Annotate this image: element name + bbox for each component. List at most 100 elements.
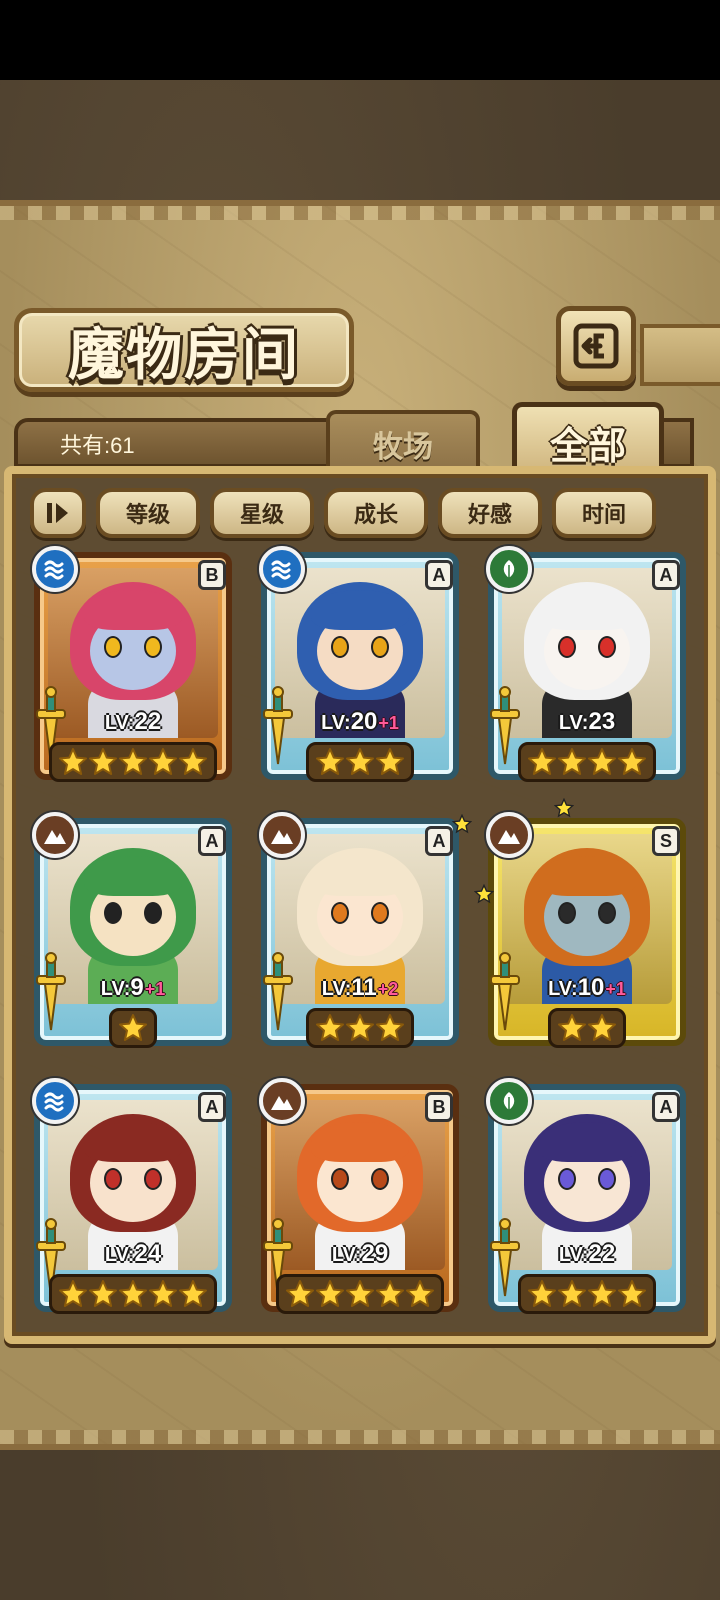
star-icon xyxy=(558,748,586,775)
star-icon xyxy=(558,1280,586,1307)
star-icon xyxy=(618,748,646,775)
star-icon xyxy=(558,1014,586,1041)
monster-count: 共有:61 xyxy=(60,433,135,458)
portrait-eye-left xyxy=(331,902,349,924)
sort-growth-button[interactable]: 成长 xyxy=(324,488,428,538)
star-icon xyxy=(316,1014,344,1041)
level-bonus: +1 xyxy=(378,713,399,733)
portrait-bangs xyxy=(84,590,182,630)
level-value: 29 xyxy=(361,1240,389,1267)
tab-farm[interactable]: 牧场 xyxy=(326,410,480,474)
star-icon xyxy=(316,748,344,775)
star-icon xyxy=(179,1280,207,1307)
portrait-eye-right xyxy=(598,902,616,924)
star-icon xyxy=(149,748,177,775)
portrait-bangs xyxy=(311,856,409,896)
monster-card[interactable]: B LV:29 xyxy=(257,1078,463,1318)
level-label: LV:22 xyxy=(484,1240,690,1268)
sparkle-icon xyxy=(474,884,494,904)
star-rating xyxy=(484,1008,690,1048)
water-element-icon xyxy=(32,546,78,592)
star-icon xyxy=(346,1014,374,1041)
star-icon xyxy=(346,748,374,775)
level-label: LV:23 xyxy=(484,708,690,736)
level-prefix: LV: xyxy=(100,978,131,1000)
portrait-eye-right xyxy=(371,1168,389,1190)
sort-bar: 等级 星级 成长 好感 时间 xyxy=(30,488,656,540)
star-icon xyxy=(316,1280,344,1307)
star-rating xyxy=(484,742,690,782)
level-value: 22 xyxy=(134,708,162,735)
level-label: LV:22 xyxy=(30,708,236,736)
rank-badge: A xyxy=(652,1092,680,1122)
star-icon xyxy=(119,1014,147,1041)
star-icon xyxy=(618,1280,646,1307)
sort-time-button[interactable]: 时间 xyxy=(552,488,656,538)
portrait-eye-right xyxy=(598,636,616,658)
star-icon xyxy=(588,1280,616,1307)
level-value: 9 xyxy=(130,974,144,1001)
star-rating xyxy=(30,1008,236,1048)
earth-element-icon xyxy=(259,1078,305,1124)
level-prefix: LV: xyxy=(331,1244,362,1266)
level-bonus: +1 xyxy=(605,979,626,999)
level-prefix: LV: xyxy=(104,1244,135,1266)
status-bar xyxy=(0,0,720,80)
water-element-icon xyxy=(32,1078,78,1124)
portrait-bangs xyxy=(84,1122,182,1162)
star-icon xyxy=(528,748,556,775)
sort-level-button[interactable]: 等级 xyxy=(96,488,200,538)
rank-badge: A xyxy=(425,560,453,590)
monster-card[interactable]: A LV:24 xyxy=(30,1078,236,1318)
monster-card[interactable]: A LV:22 xyxy=(484,1078,690,1318)
portrait-eye-left xyxy=(558,902,576,924)
rank-badge: B xyxy=(425,1092,453,1122)
monster-card[interactable]: A LV:23 xyxy=(484,546,690,786)
star-icon xyxy=(588,1014,616,1041)
page-title: 魔物房间 xyxy=(68,321,300,388)
level-prefix: LV: xyxy=(558,712,589,734)
monster-card[interactable]: A LV:11+2 xyxy=(257,812,463,1052)
level-bonus: +2 xyxy=(377,979,399,999)
rank-badge: A xyxy=(198,1092,226,1122)
star-rating xyxy=(30,1274,236,1314)
portrait-bangs xyxy=(84,856,182,896)
star-rating-plate xyxy=(276,1274,444,1314)
star-icon xyxy=(89,1280,117,1307)
grass-element-icon xyxy=(486,546,532,592)
star-icon xyxy=(119,1280,147,1307)
portrait-bangs xyxy=(311,1122,409,1162)
star-icon xyxy=(179,748,207,775)
portrait-eye-right xyxy=(371,636,389,658)
star-icon xyxy=(376,1280,404,1307)
monster-card[interactable]: B LV:22 xyxy=(30,546,236,786)
star-rating xyxy=(257,742,463,782)
portrait-eye-left xyxy=(558,636,576,658)
monster-card[interactable]: S LV:10+1 xyxy=(452,798,690,1052)
monster-card[interactable]: A LV:20+1 xyxy=(257,546,463,786)
level-label: LV:24 xyxy=(30,1240,236,1268)
monster-grid: B LV:22 A LV:20+1 A LV:23 A LV:9+1 A LV:11+2 S LV:1… xyxy=(30,546,690,1318)
star-rating xyxy=(257,1008,463,1048)
monster-card[interactable]: A LV:9+1 xyxy=(30,812,236,1052)
star-rating-plate xyxy=(306,742,414,782)
star-rating xyxy=(30,742,236,782)
sort-star-button[interactable]: 星级 xyxy=(210,488,314,538)
rank-badge: A xyxy=(425,826,453,856)
star-rating-plate xyxy=(49,742,217,782)
sort-order-button[interactable] xyxy=(30,488,86,538)
level-prefix: LV: xyxy=(321,712,351,734)
star-rating-plate xyxy=(109,1008,157,1048)
portrait-bangs xyxy=(538,1122,636,1162)
rank-badge: S xyxy=(652,826,680,856)
level-label: LV:9+1 xyxy=(30,974,236,1002)
star-rating-plate xyxy=(518,1274,656,1314)
star-icon xyxy=(286,1280,314,1307)
back-arrow-icon xyxy=(573,323,619,369)
star-rating xyxy=(484,1274,690,1314)
back-button[interactable] xyxy=(556,306,636,386)
portrait-eye-left xyxy=(104,1168,122,1190)
sort-affection-button[interactable]: 好感 xyxy=(438,488,542,538)
star-icon xyxy=(119,748,147,775)
star-icon xyxy=(376,1014,404,1041)
